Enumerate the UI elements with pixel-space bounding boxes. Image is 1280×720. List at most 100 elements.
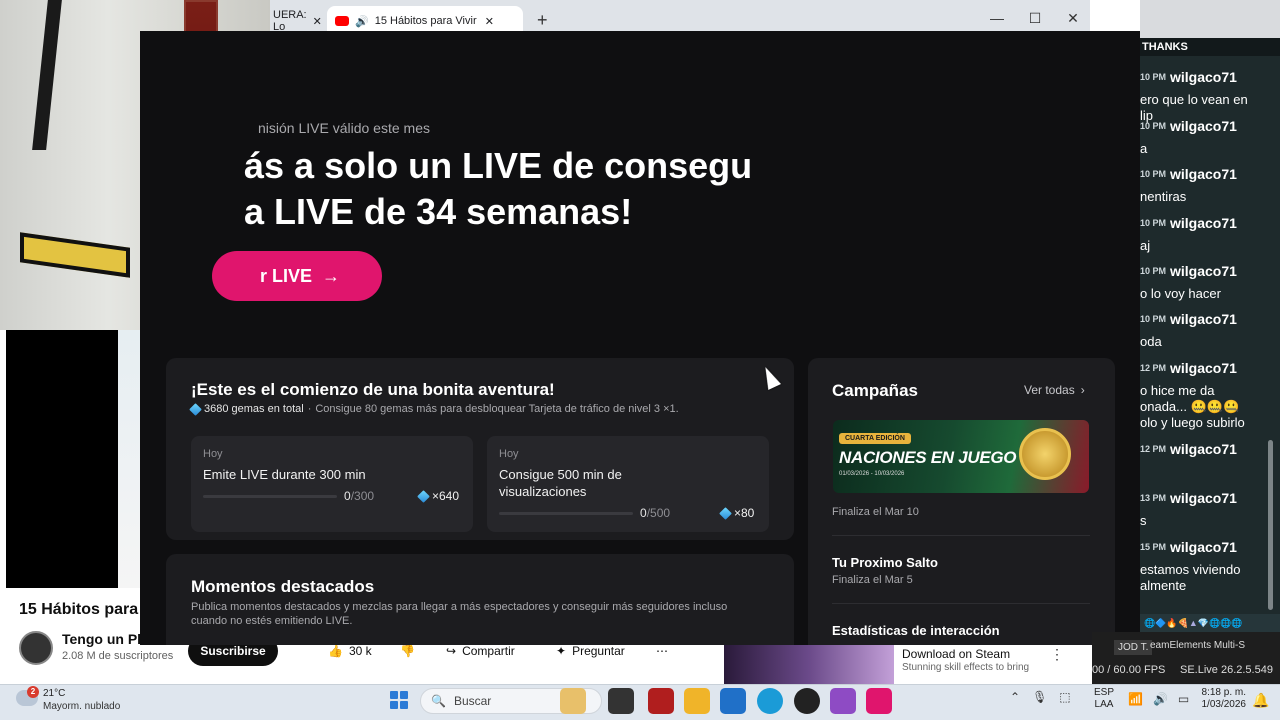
coin-graphic — [1019, 428, 1071, 480]
task-card[interactable]: Hoy Emite LIVE durante 300 min 0/300 ×64… — [191, 436, 473, 532]
task-day: Hoy — [203, 448, 223, 460]
app-shield-icon[interactable] — [648, 688, 674, 714]
obs-dock-tab[interactable]: JOD T. — [1114, 640, 1153, 655]
chat-username[interactable]: wilgaco71 — [1170, 263, 1237, 279]
chat-timestamp: 10 PM — [1140, 72, 1167, 82]
stats-title[interactable]: Estadísticas de interacción — [832, 623, 1000, 638]
like-count: 30 k — [348, 644, 372, 658]
store-icon[interactable] — [720, 688, 746, 714]
network-volume-battery[interactable]: 📶 🔊 ▭ — [1128, 692, 1189, 706]
progress-total: /500 — [646, 506, 671, 520]
channel-avatar[interactable] — [19, 631, 53, 665]
see-all-link[interactable]: Ver todas › — [1024, 383, 1085, 397]
share-icon: ↪ — [446, 644, 457, 658]
terminal-icon[interactable] — [608, 688, 634, 714]
go-live-label: r LIVE — [260, 265, 313, 286]
task-reward: ×640 — [417, 489, 460, 503]
more-options-icon[interactable]: ⋮ — [1050, 646, 1064, 663]
chat-username[interactable]: wilgaco71 — [1170, 166, 1237, 182]
chat-window-titlebar — [1140, 0, 1280, 40]
journey-subtitle: 3680 gemas en total · Consigue 80 gemas … — [189, 402, 679, 416]
language-indicator[interactable]: ESP LAA — [1094, 687, 1114, 711]
task-text: Consigue 500 min de visualizaciones — [499, 467, 622, 499]
thumbs-up-icon: 👍 — [328, 644, 343, 658]
weather-description[interactable]: Mayorm. nublado — [43, 701, 120, 712]
search-highlight-icon[interactable] — [560, 688, 586, 714]
ask-label: Preguntar — [572, 644, 625, 658]
chat-username[interactable]: wilgaco71 — [1170, 490, 1237, 506]
go-live-button[interactable]: r LIVE → — [212, 251, 382, 301]
campaign-edition: CUARTA EDICIÓN — [839, 433, 911, 444]
channel-name[interactable]: Tengo un Pla — [62, 631, 149, 647]
new-tab-button[interactable]: + — [537, 10, 548, 31]
file-explorer-icon[interactable] — [684, 688, 710, 714]
journey-title: ¡Este es el comienzo de una bonita avent… — [191, 380, 555, 399]
campaign-banner[interactable]: CUARTA EDICIÓN NACIONES EN JUEGO 01/03/2… — [833, 420, 1089, 493]
progress-current: 0 — [640, 506, 647, 520]
chat-timestamp: 12 PM — [1140, 444, 1167, 454]
chat-timestamp: 10 PM — [1140, 314, 1167, 324]
steam-ad-description: Stunning skill effects to bring — [902, 662, 1030, 673]
edge-browser-icon[interactable] — [757, 688, 783, 714]
divider — [832, 535, 1090, 536]
chat-timestamp: 12 PM — [1140, 363, 1167, 373]
task-progress: 0/500 — [640, 506, 670, 520]
live-studio-content: nisión LIVE válido este mes ás a solo un… — [140, 31, 1140, 645]
chat-text: s — [1140, 513, 1147, 528]
tab-label: UERA: Lo — [273, 9, 307, 33]
gym-machine-shape — [32, 0, 62, 150]
close-icon[interactable]: ✕ — [485, 15, 494, 28]
task-progress-bar — [499, 512, 633, 515]
bench-shape — [20, 232, 130, 278]
gems-hint: Consigue 80 gemas más para desbloquear T… — [315, 403, 679, 415]
chat-username[interactable]: wilgaco71 — [1170, 215, 1237, 231]
microphone-icon[interactable]: 🎙 — [1032, 690, 1047, 704]
chevron-up-icon[interactable]: ⌃ — [1010, 690, 1020, 704]
taskbar — [0, 684, 1280, 720]
subscriber-count: 2.08 M de suscriptores — [62, 650, 174, 662]
windows-start-icon[interactable] — [390, 691, 408, 709]
thumbs-down-icon: 👎 — [400, 644, 415, 658]
share-label: Compartir — [462, 644, 515, 658]
obs-fps: 00 / 60.00 FPS — [1092, 664, 1166, 676]
chat-text: o hice me da onada... 🤐🤐🤐 olo y luego su… — [1140, 383, 1245, 430]
clock-date: 1/03/2026 — [1201, 699, 1247, 710]
chat-username[interactable]: wilgaco71 — [1170, 118, 1237, 134]
chat-timestamp: 10 PM — [1140, 169, 1167, 179]
tray-app-icon[interactable]: ⬚ — [1059, 690, 1070, 704]
language-code: ESP — [1094, 687, 1115, 698]
close-icon[interactable]: ✕ — [313, 15, 322, 28]
video-thumbnail — [118, 330, 142, 588]
tiktok-live-studio-icon[interactable] — [866, 688, 892, 714]
obs-version: SE.Live 26.2.5.549 — [1180, 664, 1273, 676]
clock[interactable]: 8:18 p. m. 1/03/2026 — [1190, 687, 1247, 711]
chat-text: oda — [1140, 334, 1162, 349]
chat-username[interactable]: wilgaco71 — [1170, 311, 1237, 327]
chat-username[interactable]: wilgaco71 — [1170, 360, 1237, 376]
campaign-name: NACIONES EN JUEGO — [839, 448, 1017, 467]
speaker-icon[interactable]: 🔊 — [355, 15, 369, 28]
notification-icon[interactable]: 🔔 — [1252, 692, 1269, 709]
chat-username[interactable]: wilgaco71 — [1170, 539, 1237, 555]
search-icon: 🔍 — [431, 694, 446, 708]
task-card[interactable]: Hoy Consigue 500 min de visualizaciones … — [487, 436, 769, 532]
progress-total: /300 — [350, 489, 375, 503]
chat-scrollbar[interactable] — [1268, 440, 1273, 610]
chat-timestamp: 10 PM — [1140, 121, 1167, 131]
volume-icon: 🔊 — [1152, 692, 1168, 706]
obs-dock-tab[interactable]: eamElements Multi-S — [1150, 640, 1245, 651]
chat-emote-bar[interactable]: 🌐🔷🔥🍕▲💎🌐🌐🌐 — [1140, 614, 1280, 632]
steam-ad-image — [724, 645, 894, 684]
obs-icon[interactable] — [794, 688, 820, 714]
steam-ad-title: Download on Steam — [902, 647, 1011, 661]
chat-panel: THANKS 10 PM wilgaco71 ero que lo vean en … — [1140, 0, 1280, 684]
campaign-item-title[interactable]: Tu Proximo Salto — [832, 555, 938, 570]
chat-username[interactable]: wilgaco71 — [1170, 69, 1237, 85]
chat-username[interactable]: wilgaco71 — [1170, 441, 1237, 457]
highlights-title: Momentos destacados — [191, 577, 375, 596]
weather-temperature[interactable]: 21°C — [43, 688, 65, 699]
campaign-end-date: Finaliza el Mar 5 — [832, 574, 913, 586]
app-icon[interactable] — [830, 688, 856, 714]
reward-amount: ×640 — [432, 489, 460, 503]
battery-icon: ▭ — [1177, 692, 1190, 706]
